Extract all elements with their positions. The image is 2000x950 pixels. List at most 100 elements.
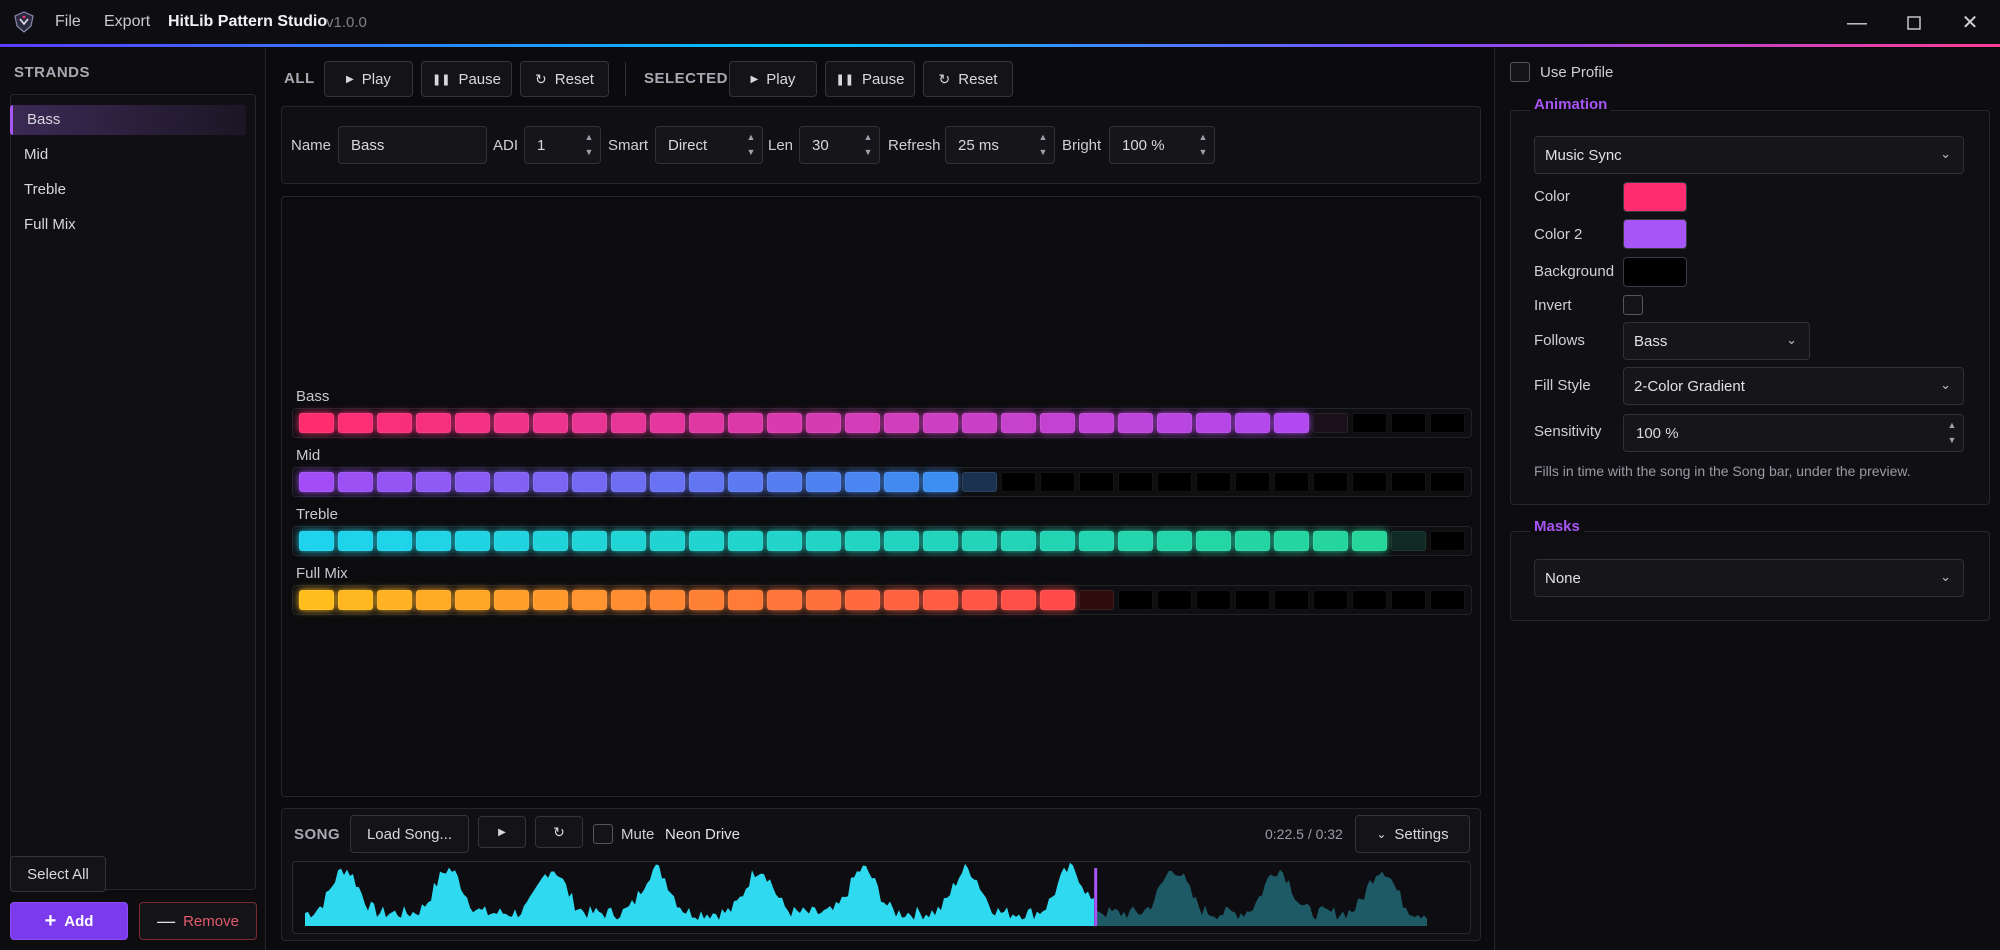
song-settings-button[interactable]: ⌄ Settings (1355, 815, 1470, 853)
use-profile-label: Use Profile (1540, 64, 1614, 81)
led-cell (962, 531, 997, 551)
waveform-track[interactable] (292, 861, 1471, 934)
name-input[interactable]: Bass (338, 126, 487, 164)
spin-arrows-icon[interactable]: ▲ ▼ (1036, 130, 1050, 160)
led-cell (1079, 590, 1114, 610)
spin-arrows-icon[interactable]: ▲ ▼ (861, 130, 875, 160)
mute-checkbox[interactable] (593, 824, 613, 844)
title-bar: File Export HitLib Pattern Studio v1.0.0… (0, 0, 2000, 47)
led-cell (806, 531, 841, 551)
led-cell (494, 590, 529, 610)
load-song-button[interactable]: Load Song... (350, 815, 469, 853)
spin-arrows-icon[interactable]: ▲ ▼ (1945, 418, 1959, 448)
strand-item-bass[interactable]: Bass (10, 105, 246, 135)
len-label: Len (768, 137, 794, 154)
strand-item-treble[interactable]: Treble (10, 175, 246, 205)
follows-label: Follows (1534, 332, 1585, 349)
led-cell (767, 472, 802, 492)
waveform-played (305, 862, 1094, 926)
led-cell (299, 531, 334, 551)
fill-style-select[interactable]: 2-Color Gradient ⌄ (1623, 367, 1964, 405)
color-swatch[interactable] (1623, 182, 1687, 212)
waveform (305, 862, 1427, 926)
add-strand-button[interactable]: + Add (10, 902, 128, 940)
maximize-icon[interactable] (1894, 8, 1934, 38)
animation-type-value: Music Sync (1545, 146, 1622, 164)
bright-stepper[interactable]: 100 % ▲ ▼ (1109, 126, 1215, 164)
chevron-down-icon: ⌄ (1940, 569, 1951, 584)
led-cell (1391, 531, 1426, 551)
follows-value: Bass (1634, 332, 1668, 350)
play-icon: ▶ (498, 826, 506, 838)
led-cell (1157, 531, 1192, 551)
led-cell (689, 472, 724, 492)
strands-sidebar: STRANDS Bass Mid Treble Full Mix Select … (0, 48, 266, 950)
selected-play-button[interactable]: ▶ Play (729, 61, 817, 97)
led-cell (416, 472, 451, 492)
led-cell (1040, 590, 1075, 610)
spin-arrows-icon[interactable]: ▲ ▼ (582, 130, 596, 160)
background-swatch[interactable] (1623, 257, 1687, 287)
song-reset-button[interactable]: ↻ (535, 816, 583, 848)
strand-item-mid[interactable]: Mid (10, 140, 246, 170)
playhead[interactable] (1094, 868, 1098, 926)
animation-type-select[interactable]: Music Sync ⌄ (1534, 136, 1964, 174)
refresh-stepper[interactable]: 25 ms ▲ ▼ (945, 126, 1055, 164)
follows-select[interactable]: Bass ⌄ (1623, 322, 1810, 360)
song-play-button[interactable]: ▶ (478, 816, 526, 848)
led-cell (1079, 472, 1114, 492)
use-profile-checkbox[interactable] (1510, 62, 1530, 82)
animation-hint: Fills in time with the song in the Song … (1534, 463, 1911, 479)
led-cell (845, 531, 880, 551)
led-cell (650, 590, 685, 610)
all-pause-button[interactable]: ❚❚ Pause (421, 61, 512, 97)
name-label: Name (291, 137, 332, 154)
chevron-down-icon: ⌄ (1940, 377, 1951, 392)
led-cell (806, 413, 841, 433)
led-cell (923, 413, 958, 433)
smart-stepper[interactable]: Direct ▲ ▼ (655, 126, 763, 164)
masks-select[interactable]: None ⌄ (1534, 559, 1964, 597)
settings-label: Settings (1394, 825, 1449, 843)
select-all-button[interactable]: Select All (10, 856, 106, 892)
invert-checkbox[interactable] (1623, 295, 1643, 315)
strip-label: Mid (296, 447, 321, 464)
led-cell (1313, 413, 1348, 433)
strip-label: Full Mix (296, 565, 348, 582)
spin-arrows-icon[interactable]: ▲ ▼ (744, 130, 758, 160)
adi-stepper[interactable]: 1 ▲ ▼ (524, 126, 601, 164)
plus-icon: + (44, 910, 57, 932)
remove-strand-button[interactable]: — Remove (139, 902, 257, 940)
spin-arrows-icon[interactable]: ▲ ▼ (1196, 130, 1210, 160)
led-cell (923, 590, 958, 610)
led-cell (884, 590, 919, 610)
menu-file[interactable]: File (55, 13, 81, 31)
all-reset-button[interactable]: ↻ Reset (520, 61, 609, 97)
selected-pause-button[interactable]: ❚❚ Pause (825, 61, 915, 97)
led-cell (611, 413, 646, 433)
sensitivity-stepper[interactable]: 100 % ▲ ▼ (1623, 414, 1964, 452)
strand-item-full-mix[interactable]: Full Mix (10, 210, 246, 240)
color2-swatch[interactable] (1623, 219, 1687, 249)
selected-reset-button[interactable]: ↻ Reset (923, 61, 1013, 97)
play-icon: ▶ (346, 73, 354, 85)
led-cell (1157, 413, 1192, 433)
led-strip (292, 585, 1472, 615)
led-cell (455, 472, 490, 492)
all-play-button[interactable]: ▶ Play (324, 61, 413, 97)
led-cell (455, 531, 490, 551)
menu-export[interactable]: Export (104, 13, 150, 31)
len-stepper[interactable]: 30 ▲ ▼ (799, 126, 880, 164)
playback-divider (625, 62, 626, 96)
led-cell (767, 413, 802, 433)
close-icon[interactable]: ✕ (1950, 8, 1990, 38)
strip-label: Treble (296, 506, 338, 523)
app-logo-icon (12, 10, 36, 34)
fill-style-label: Fill Style (1534, 377, 1591, 394)
masks-value: None (1545, 569, 1581, 587)
play-label: Play (766, 70, 796, 88)
minimize-icon[interactable]: — (1837, 8, 1877, 38)
pause-icon: ❚❚ (432, 73, 451, 86)
color2-label: Color 2 (1534, 226, 1583, 243)
led-cell (1391, 413, 1426, 433)
